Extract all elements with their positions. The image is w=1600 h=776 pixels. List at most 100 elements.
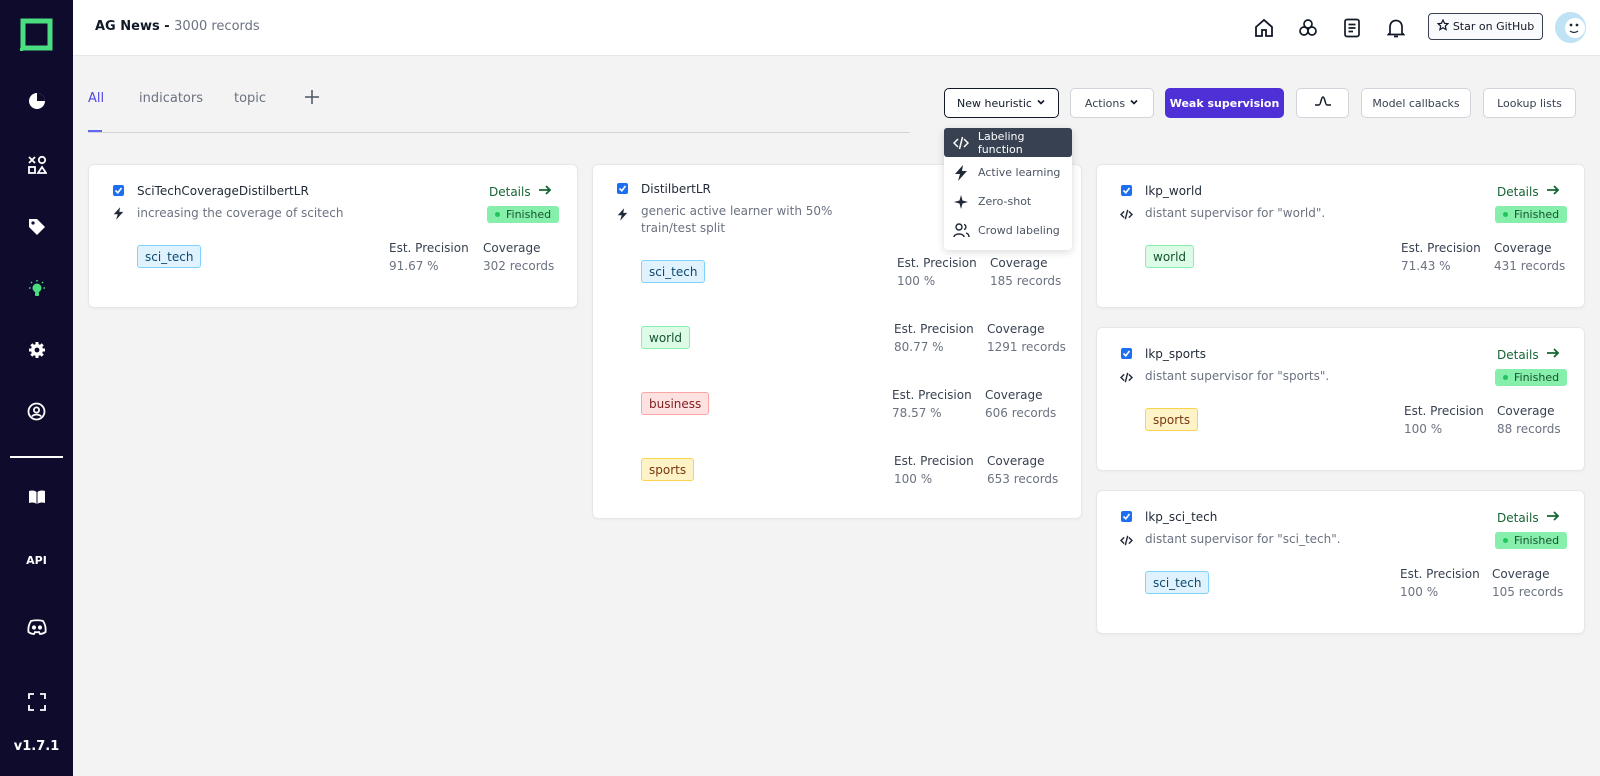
coverage: Coverage 653 records xyxy=(987,452,1058,488)
lookup-lists-button[interactable]: Lookup lists xyxy=(1483,88,1576,118)
menu-item-crowd-labeling[interactable]: Crowd labeling xyxy=(944,216,1072,245)
coverage-label: Coverage xyxy=(985,388,1043,402)
details-link[interactable]: Details xyxy=(1497,510,1560,525)
menu-item-labeling-function[interactable]: Labeling function xyxy=(944,128,1072,157)
heuristic-checkbox[interactable] xyxy=(617,183,628,194)
coverage: Coverage 88 records xyxy=(1497,402,1561,438)
coverage-value: 105 records xyxy=(1492,585,1564,599)
est-precision-value: 100 % xyxy=(894,472,933,486)
est-precision-value: 100 % xyxy=(897,274,936,288)
tab-indicators[interactable]: indicators xyxy=(139,91,203,106)
est-precision-value: 91.67 % xyxy=(389,259,439,273)
details-link[interactable]: Details xyxy=(1497,347,1560,362)
heuristic-card: SciTechCoverageDistilbertLR increasing t… xyxy=(88,164,578,308)
coverage-value: 606 records xyxy=(985,406,1057,420)
status-dot xyxy=(1503,212,1508,217)
coverage-value: 653 records xyxy=(987,472,1059,486)
heuristic-card: lkp_sci_tech distant supervisor for "sci… xyxy=(1096,490,1585,634)
tab-topic[interactable]: topic xyxy=(234,91,266,106)
kern-logo-icon[interactable] xyxy=(18,18,53,53)
coverage: Coverage 431 records xyxy=(1494,239,1565,275)
est-precision: Est. Precision 100 % xyxy=(897,254,977,290)
coverage-value: 431 records xyxy=(1494,259,1566,273)
heuristics-bulb-icon[interactable] xyxy=(24,276,49,301)
model-callbacks-button[interactable]: Model callbacks xyxy=(1361,88,1471,118)
details-link[interactable]: Details xyxy=(489,184,552,199)
discord-icon[interactable] xyxy=(24,614,49,639)
est-precision: Est. Precision 100 % xyxy=(894,452,974,488)
menu-item-active-learning[interactable]: Active learning xyxy=(944,158,1072,187)
new-heuristic-button[interactable]: New heuristic xyxy=(944,88,1059,118)
est-precision-label: Est. Precision xyxy=(1404,404,1484,418)
arrow-right-icon xyxy=(1546,184,1560,199)
code-icon xyxy=(1119,533,1133,547)
label-pill: sports xyxy=(641,458,695,481)
weak-supervision-button[interactable]: Weak supervision xyxy=(1165,88,1284,118)
code-icon xyxy=(1119,207,1133,221)
coverage-value: 185 records xyxy=(990,274,1062,288)
add-tab-plus-icon[interactable] xyxy=(302,87,322,107)
docs-book-icon[interactable] xyxy=(24,484,49,509)
coverage-label: Coverage xyxy=(483,241,541,255)
est-precision: Est. Precision 91.67 % xyxy=(389,239,469,275)
heuristic-checkbox[interactable] xyxy=(113,185,124,196)
heuristic-description: distant supervisor for "sci_tech". xyxy=(1145,532,1341,546)
label-pill: sci_tech xyxy=(137,245,202,268)
status-badge: Finished xyxy=(1495,532,1568,549)
changelog-doc-icon[interactable] xyxy=(1340,16,1364,40)
status-label: Finished xyxy=(1514,208,1560,221)
coverage-value: 302 records xyxy=(483,259,555,273)
new-heuristic-menu: Labeling function Active learning Zero-s… xyxy=(944,128,1072,250)
menu-item-label: Active learning xyxy=(978,166,1061,179)
labeling-tag-icon[interactable] xyxy=(24,214,49,239)
coverage-value: 88 records xyxy=(1497,422,1561,436)
admin-user-icon[interactable] xyxy=(24,399,49,424)
notifications-bell-icon[interactable] xyxy=(1384,16,1408,40)
distribution-chart-button[interactable] xyxy=(1296,88,1349,118)
avatar[interactable] xyxy=(1555,12,1586,43)
est-precision-label: Est. Precision xyxy=(897,256,977,270)
fullscreen-icon[interactable] xyxy=(24,689,49,714)
menu-item-label: Zero-shot xyxy=(978,195,1032,208)
details-label: Details xyxy=(1497,347,1539,362)
label-pill: sci_tech xyxy=(1145,571,1210,594)
coverage-label: Coverage xyxy=(1494,241,1552,255)
github-button-label: Star on GitHub xyxy=(1452,20,1535,33)
heuristic-checkbox[interactable] xyxy=(1121,511,1132,522)
project-name: AG News xyxy=(95,19,160,34)
project-record-count: 3000 records xyxy=(174,19,260,34)
status-label: Finished xyxy=(506,208,552,221)
description-line: generic active learner with 50% xyxy=(641,204,833,218)
settings-gear-icon[interactable] xyxy=(24,337,49,362)
code-icon xyxy=(952,134,970,152)
home-icon[interactable] xyxy=(1252,16,1276,40)
coverage: Coverage 606 records xyxy=(985,386,1056,422)
menu-item-label: Crowd labeling xyxy=(978,224,1060,237)
actions-button[interactable]: Actions xyxy=(1070,88,1154,118)
overview-pie-icon[interactable] xyxy=(24,88,49,113)
details-label: Details xyxy=(1497,184,1539,199)
heuristic-name: lkp_sci_tech xyxy=(1145,510,1218,524)
heuristic-description: distant supervisor for "sports". xyxy=(1145,369,1330,383)
heuristic-checkbox[interactable] xyxy=(1121,348,1132,359)
sparkle-icon xyxy=(952,193,970,211)
project-title: AG News - 3000 records xyxy=(95,19,260,34)
heuristic-checkbox[interactable] xyxy=(1121,185,1132,196)
heuristic-description: increasing the coverage of scitech xyxy=(137,206,344,220)
new-heuristic-label: New heuristic xyxy=(957,96,1032,110)
est-precision-label: Est. Precision xyxy=(1401,241,1481,255)
data-browser-icon[interactable] xyxy=(24,152,49,177)
chevron-down-icon xyxy=(1129,97,1139,110)
projects-icon[interactable] xyxy=(1296,16,1320,40)
details-link[interactable]: Details xyxy=(1497,184,1560,199)
star-on-github-button[interactable]: Star on GitHub xyxy=(1428,13,1543,40)
wave-chart-icon xyxy=(1314,95,1332,112)
label-pill: world xyxy=(641,326,691,349)
est-precision-label: Est. Precision xyxy=(894,322,974,336)
est-precision-value: 71.43 % xyxy=(1401,259,1451,273)
tab-all[interactable]: All xyxy=(88,91,104,106)
tabs-divider xyxy=(88,132,910,133)
menu-item-zero-shot[interactable]: Zero-shot xyxy=(944,187,1072,216)
version-label: v1.7.1 xyxy=(13,739,60,754)
api-link[interactable]: API xyxy=(0,554,73,567)
